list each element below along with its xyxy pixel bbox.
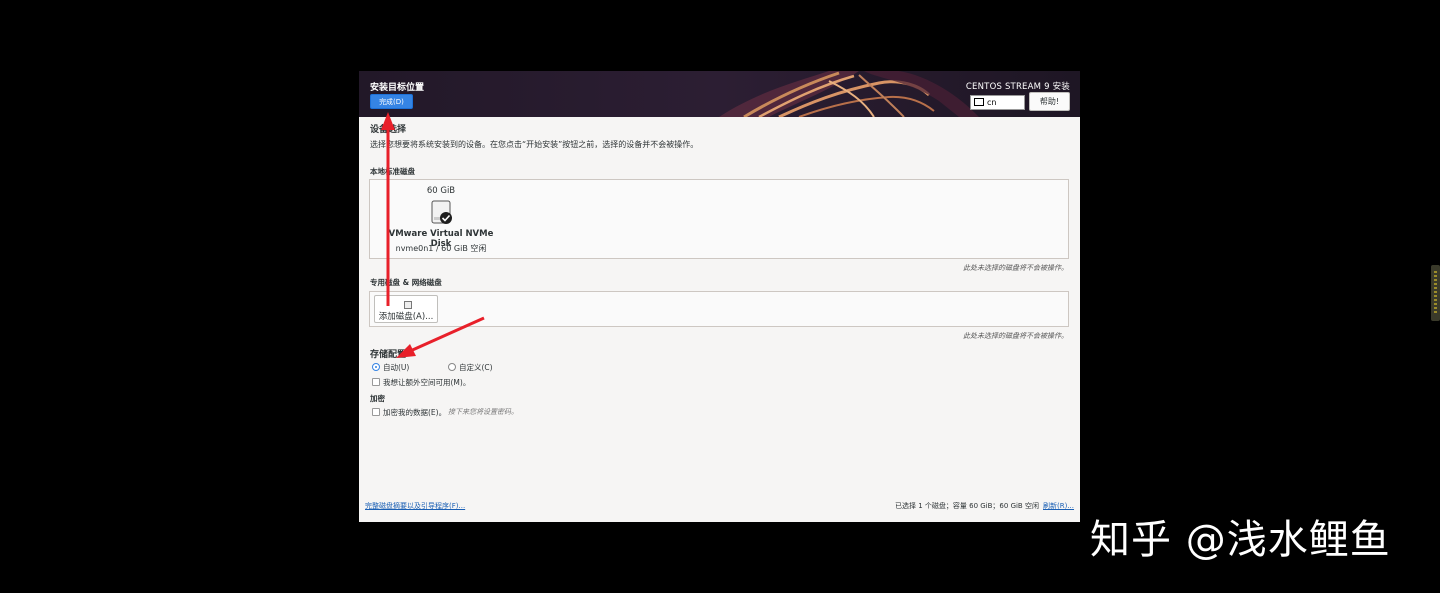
side-scroll-indicator: [1431, 265, 1440, 321]
disk-item[interactable]: 60 GiB VMware Virtual NVMe Disk nvme0n1 …: [378, 182, 504, 258]
page-title: 安装目标位置: [370, 83, 425, 93]
hard-disk-icon: [431, 200, 452, 224]
selection-status: 已选择 1 个磁盘；容量 60 GiB；60 GiB 空闲: [895, 502, 1039, 510]
local-disks-note: 此处未选择的磁盘将不会被操作。: [963, 264, 1068, 272]
watermark: 知乎 @浅水鲤鱼: [1090, 517, 1391, 563]
encryption-title: 加密: [370, 394, 385, 403]
add-disk-icon: [404, 301, 412, 309]
done-button[interactable]: 完成(D): [370, 94, 413, 109]
installer-window: 安装目标位置 完成(D) CENTOS STREAM 9 安装 cn 帮助! 设…: [359, 71, 1080, 522]
storage-config-title: 存储配置: [370, 350, 407, 360]
extra-space-checkbox[interactable]: [372, 378, 380, 386]
specialized-disks-label: 专用磁盘 & 网络磁盘: [370, 278, 442, 287]
disk-detail: nvme0n1 / 60 GiB 空闲: [395, 244, 487, 253]
refresh-link[interactable]: 刷新(R)...: [1043, 501, 1074, 511]
disk-size: 60 GiB: [426, 186, 456, 196]
custom-radio-label[interactable]: 自定义(C): [459, 362, 493, 373]
keyboard-layout-indicator[interactable]: cn: [970, 95, 1025, 110]
auto-radio-label[interactable]: 自动(U): [383, 362, 409, 373]
help-button[interactable]: 帮助!: [1029, 92, 1070, 111]
encrypt-checkbox[interactable]: [372, 408, 380, 416]
add-disk-label: 添加磁盘(A)...: [378, 312, 434, 322]
encrypt-hint: 接下来您将设置密码。: [448, 408, 518, 416]
device-selection-description: 选择您想要将系统安装到的设备。在您点击“开始安装”按钮之前，选择的设备并不会被操…: [370, 140, 699, 149]
add-disk-button[interactable]: 添加磁盘(A)...: [374, 295, 438, 323]
specialized-disks-panel: 添加磁盘(A)...: [369, 291, 1069, 327]
keyboard-layout-label: cn: [987, 98, 997, 107]
specialized-disks-note: 此处未选择的磁盘将不会被操作。: [963, 332, 1068, 340]
header-bar: 安装目标位置 完成(D) CENTOS STREAM 9 安装 cn 帮助!: [359, 71, 1080, 117]
device-selection-title: 设备选择: [370, 125, 407, 135]
custom-radio[interactable]: [448, 363, 456, 371]
product-title: CENTOS STREAM 9 安装: [965, 82, 1070, 92]
local-disks-label: 本地标准磁盘: [370, 167, 415, 176]
header-artwork: [359, 71, 1080, 117]
extra-space-label[interactable]: 我想让额外空间可用(M)。: [383, 377, 470, 388]
keyboard-icon: [974, 97, 984, 106]
full-disk-summary-link[interactable]: 完整磁盘摘要以及引导程序(F)...: [365, 501, 465, 511]
local-disks-panel: 60 GiB VMware Virtual NVMe Disk nvme0n1 …: [369, 179, 1069, 259]
encrypt-label[interactable]: 加密我的数据(E)。: [383, 407, 446, 418]
auto-radio[interactable]: [372, 363, 380, 371]
